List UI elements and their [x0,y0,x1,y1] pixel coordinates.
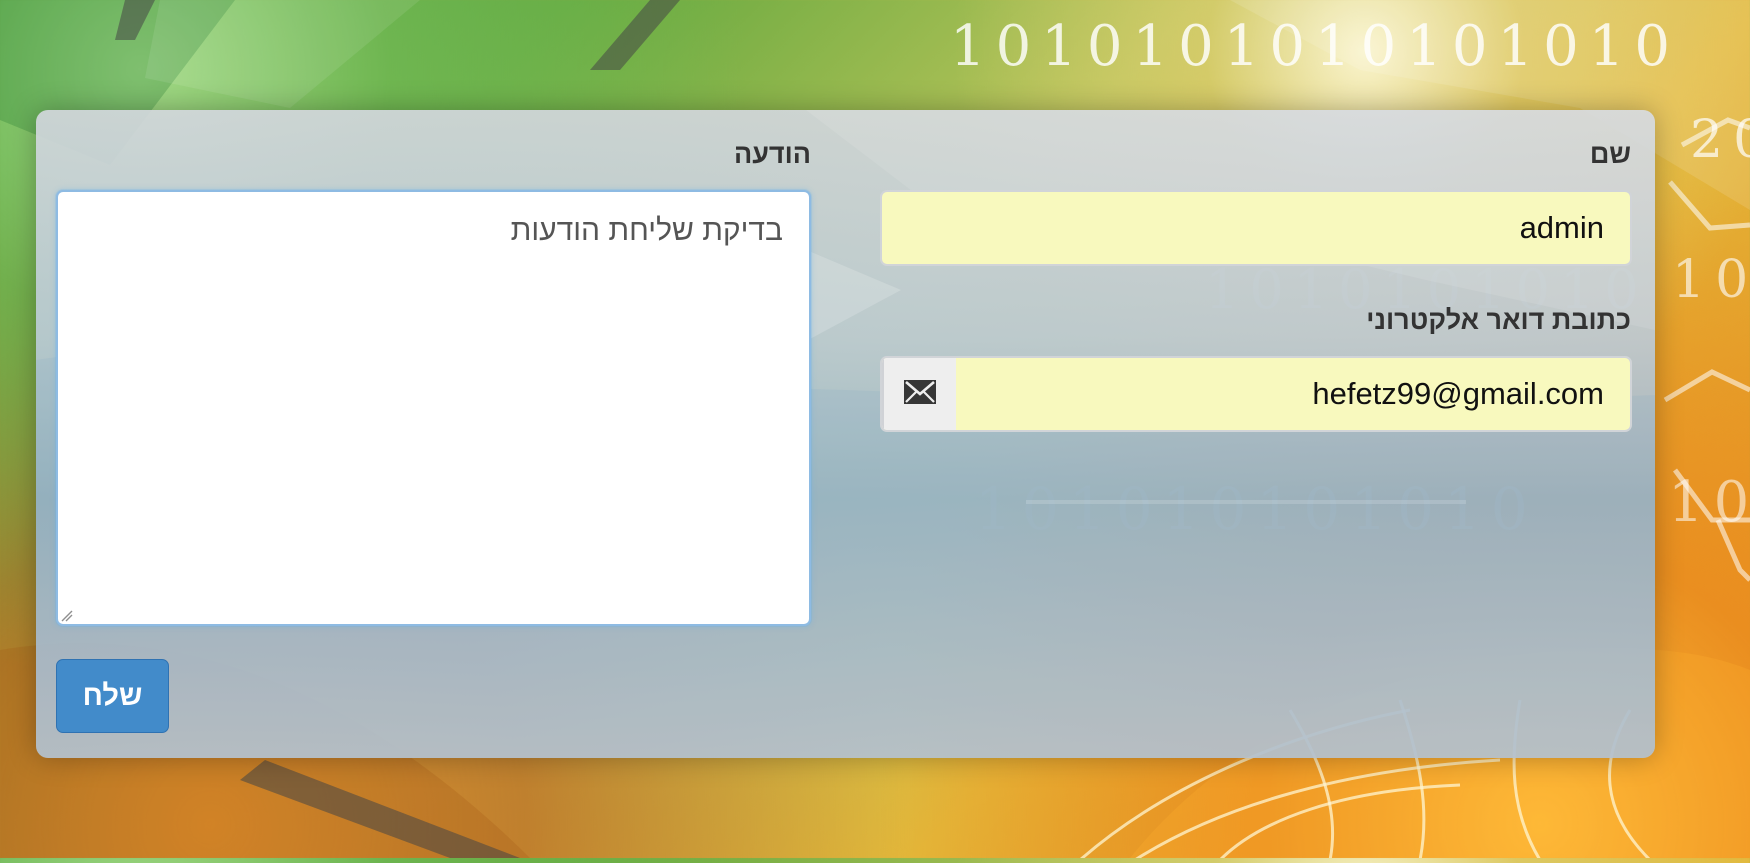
email-field-group [880,356,1632,432]
email-input[interactable] [956,358,1630,430]
message-textarea[interactable]: בדיקת שליחת הודעות [58,192,809,624]
envelope-icon [903,379,937,410]
contact-form-panel: שם כתובת דואר אלקטרוני הודעה בדיקת שליחת… [36,110,1655,758]
name-input[interactable] [882,192,1630,264]
message-field-container: בדיקת שליחת הודעות [56,190,811,626]
binary-pattern-right-bottom: 10 [1668,470,1750,535]
binary-pattern-right-top: 20 [1690,110,1750,170]
name-label: שם [1589,139,1631,169]
name-field-container [880,190,1632,266]
send-button[interactable]: שלח [56,659,169,733]
page-background: { "form": { "name_label": "שם", "name_va… [0,0,1750,862]
envelope-icon-svg [904,379,936,404]
message-label: הודעה [733,139,811,169]
background-light-shape [145,0,420,108]
email-addon [882,358,956,430]
binary-pattern-right-middle: 10 [1672,250,1750,310]
email-label: כתובת דואר אלקטרוני [1366,305,1631,335]
binary-pattern-top: 1010101010101010 [950,14,1681,79]
background-molecule-lines [1663,117,1750,582]
